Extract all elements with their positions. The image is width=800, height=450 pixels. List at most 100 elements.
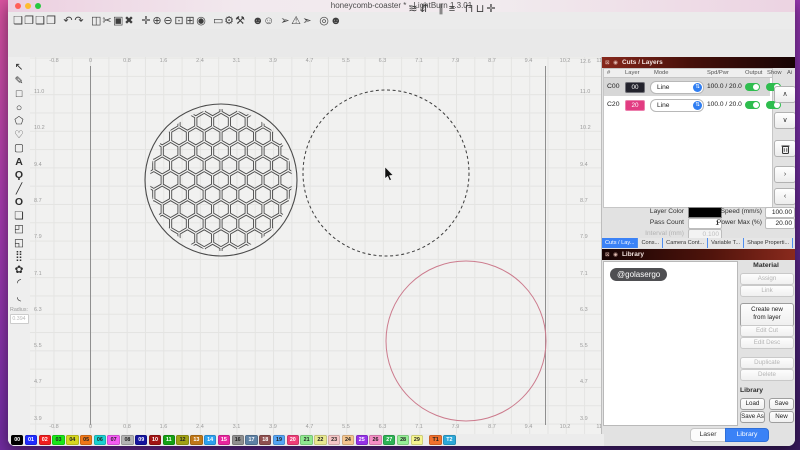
palette-chip-11[interactable]: 11 xyxy=(162,435,175,445)
palette-chip-T2[interactable]: T2 xyxy=(443,435,456,445)
measure-tool-icon[interactable]: ╱ xyxy=(10,183,28,197)
panel-window-icons[interactable]: ⊠ ◉ xyxy=(605,252,619,258)
rectangle-tool-icon[interactable]: □ xyxy=(10,88,28,102)
panel-window-icons[interactable]: ⊠ ◉ xyxy=(605,60,619,66)
zoom-in-icon[interactable]: ⊕ xyxy=(152,13,162,29)
palette-chip-27[interactable]: 27 xyxy=(383,435,396,445)
move-origin-icon[interactable]: ✛ xyxy=(486,1,496,17)
tab-library[interactable]: Library xyxy=(725,428,769,442)
zoom-out-icon[interactable]: ⊖ xyxy=(163,13,173,29)
polygon-tool-icon[interactable]: ⬠ xyxy=(10,115,28,129)
save-as-button[interactable]: Save As xyxy=(740,411,765,423)
device-settings-icon[interactable]: ⚙ xyxy=(224,13,234,29)
mode-dropdown[interactable]: Line ⇅ xyxy=(650,81,704,94)
save-file-icon[interactable]: ❑ xyxy=(35,13,45,29)
draw-lines-tool-icon[interactable]: ✎ xyxy=(10,75,28,89)
palette-chip-14[interactable]: 14 xyxy=(203,435,217,445)
palette-chip-18[interactable]: 18 xyxy=(259,435,272,445)
layer-delete-button[interactable] xyxy=(774,140,795,157)
load-button[interactable]: Load xyxy=(740,398,765,410)
save-button[interactable]: Save xyxy=(769,398,794,410)
cut-icon[interactable]: ✂ xyxy=(102,13,112,29)
send-icon[interactable]: ➣ xyxy=(302,13,312,29)
dock-tab-4[interactable]: Shape Properti... xyxy=(744,238,794,248)
duplicate-button[interactable]: Duplicate xyxy=(740,357,794,369)
layer-row-C00[interactable]: C00 00 Line ⇅ 100.0 / 20.0 xyxy=(604,78,781,96)
library-item[interactable]: @golasergo xyxy=(610,268,668,281)
boolean-subtract-tool-icon[interactable]: ◱ xyxy=(10,237,28,251)
camera-capture-icon[interactable]: ◉ xyxy=(196,13,206,29)
new-button[interactable]: New xyxy=(769,411,794,423)
palette-chip-22[interactable]: 22 xyxy=(314,435,327,445)
align-top-icon[interactable]: ⊓ xyxy=(464,1,474,17)
mode-dropdown[interactable]: Line ⇅ xyxy=(650,99,704,112)
frame-selection-icon[interactable]: ⊞ xyxy=(185,13,195,29)
palette-chip-23[interactable]: 23 xyxy=(327,435,341,445)
power-max-field[interactable]: 20.00 xyxy=(765,218,795,229)
redo-icon[interactable]: ↷ xyxy=(74,13,84,29)
palette-chip-20[interactable]: 20 xyxy=(286,435,300,445)
delete-button[interactable]: Delete xyxy=(740,369,794,381)
tab-laser[interactable]: Laser xyxy=(690,428,726,442)
dock-tab-3[interactable]: Variable T... xyxy=(708,238,745,248)
fillet-tool-a-icon[interactable]: ◜ xyxy=(10,277,28,291)
output-toggle[interactable] xyxy=(745,83,760,91)
offset-tool-icon[interactable]: O xyxy=(10,196,28,210)
open-file-icon[interactable]: ❐ xyxy=(24,13,34,29)
edit-nodes-tool-icon[interactable]: ▢ xyxy=(10,142,28,156)
palette-chip-25[interactable]: 25 xyxy=(355,435,368,445)
distribute-h-icon[interactable]: ≋ xyxy=(408,1,418,17)
palette-chip-10[interactable]: 10 xyxy=(148,435,162,445)
pan-icon[interactable]: ✛ xyxy=(141,13,151,29)
paste-icon[interactable]: ▣ xyxy=(113,13,123,29)
layer-back-button[interactable]: ‹ xyxy=(774,188,795,205)
dock-tab-1[interactable]: Cons... xyxy=(638,238,664,248)
multi-user-icon[interactable]: ☻ xyxy=(252,13,264,29)
palette-chip-09[interactable]: 09 xyxy=(135,435,148,445)
palette-chip-01[interactable]: 01 xyxy=(24,435,38,445)
radius-field[interactable]: 0.394 xyxy=(9,314,29,324)
edit-cut-button[interactable]: Edit Cut xyxy=(740,325,794,337)
weld-tool-icon[interactable]: ❏ xyxy=(10,210,28,224)
distribute-v-icon[interactable]: ⇵ xyxy=(419,1,429,17)
assign-button[interactable]: Assign xyxy=(740,273,794,285)
create-new-from-layer-button[interactable]: Create new from layer xyxy=(740,303,794,327)
link-button[interactable]: Link xyxy=(740,285,794,297)
boolean-union-tool-icon[interactable]: ◰ xyxy=(10,223,28,237)
honeycomb-coaster-outline[interactable] xyxy=(144,103,298,257)
grid-array-tool-icon[interactable]: ⣿ xyxy=(10,250,28,264)
palette-chip-24[interactable]: 24 xyxy=(341,435,355,445)
edit-canvas[interactable]: 12.6 -0.8 -0.8 0 0 0.8 0.8 1.6 1.6 2.4 2.4 3.1 3.1 3… xyxy=(30,57,601,434)
layer-color-chip[interactable]: 20 xyxy=(625,99,645,111)
profile-icon[interactable]: ☻ xyxy=(330,13,342,29)
layer-row-C20[interactable]: C20 20 Line ⇅ 100.0 / 20.0 xyxy=(604,96,781,114)
circular-array-tool-icon[interactable]: ✿ xyxy=(10,264,28,278)
palette-chip-T1[interactable]: T1 xyxy=(429,435,442,445)
new-file-icon[interactable]: ❏ xyxy=(13,13,23,29)
palette-chip-16[interactable]: 16 xyxy=(231,435,244,445)
palette-chip-28[interactable]: 28 xyxy=(396,435,410,445)
layer20-circle[interactable] xyxy=(385,260,547,422)
dock-icon[interactable]: ➢ xyxy=(280,13,290,29)
palette-chip-06[interactable]: 06 xyxy=(93,435,107,445)
dock-tab-2[interactable]: Camera Cont... xyxy=(663,238,709,248)
preview-icon[interactable]: ▭ xyxy=(213,13,223,29)
layer-color-chip[interactable]: 00 xyxy=(625,81,645,93)
palette-chip-13[interactable]: 13 xyxy=(190,435,203,445)
palette-chip-04[interactable]: 04 xyxy=(66,435,79,445)
palette-chip-15[interactable]: 15 xyxy=(217,435,231,445)
palette-chip-07[interactable]: 07 xyxy=(107,435,120,445)
align-bottom-icon[interactable]: ⊔ xyxy=(475,1,485,17)
speed-field[interactable]: 100.00 xyxy=(765,207,795,218)
palette-chip-29[interactable]: 29 xyxy=(410,435,424,445)
cuts-layers-header[interactable]: ⊠ ◉ Cuts / Layers xyxy=(602,57,795,68)
machine-tools-icon[interactable]: ⚒ xyxy=(235,13,245,29)
alerts-icon[interactable]: ⚠ xyxy=(291,13,301,29)
palette-chip-05[interactable]: 05 xyxy=(79,435,93,445)
library-list[interactable]: @golasergo xyxy=(603,261,738,426)
user-icon[interactable]: ☺ xyxy=(263,13,274,29)
ellipse-tool-icon[interactable]: ○ xyxy=(10,102,28,116)
layer-forward-button[interactable]: › xyxy=(774,166,795,183)
palette-chip-00[interactable]: 00 xyxy=(11,435,24,445)
palette-chip-03[interactable]: 03 xyxy=(52,435,65,445)
